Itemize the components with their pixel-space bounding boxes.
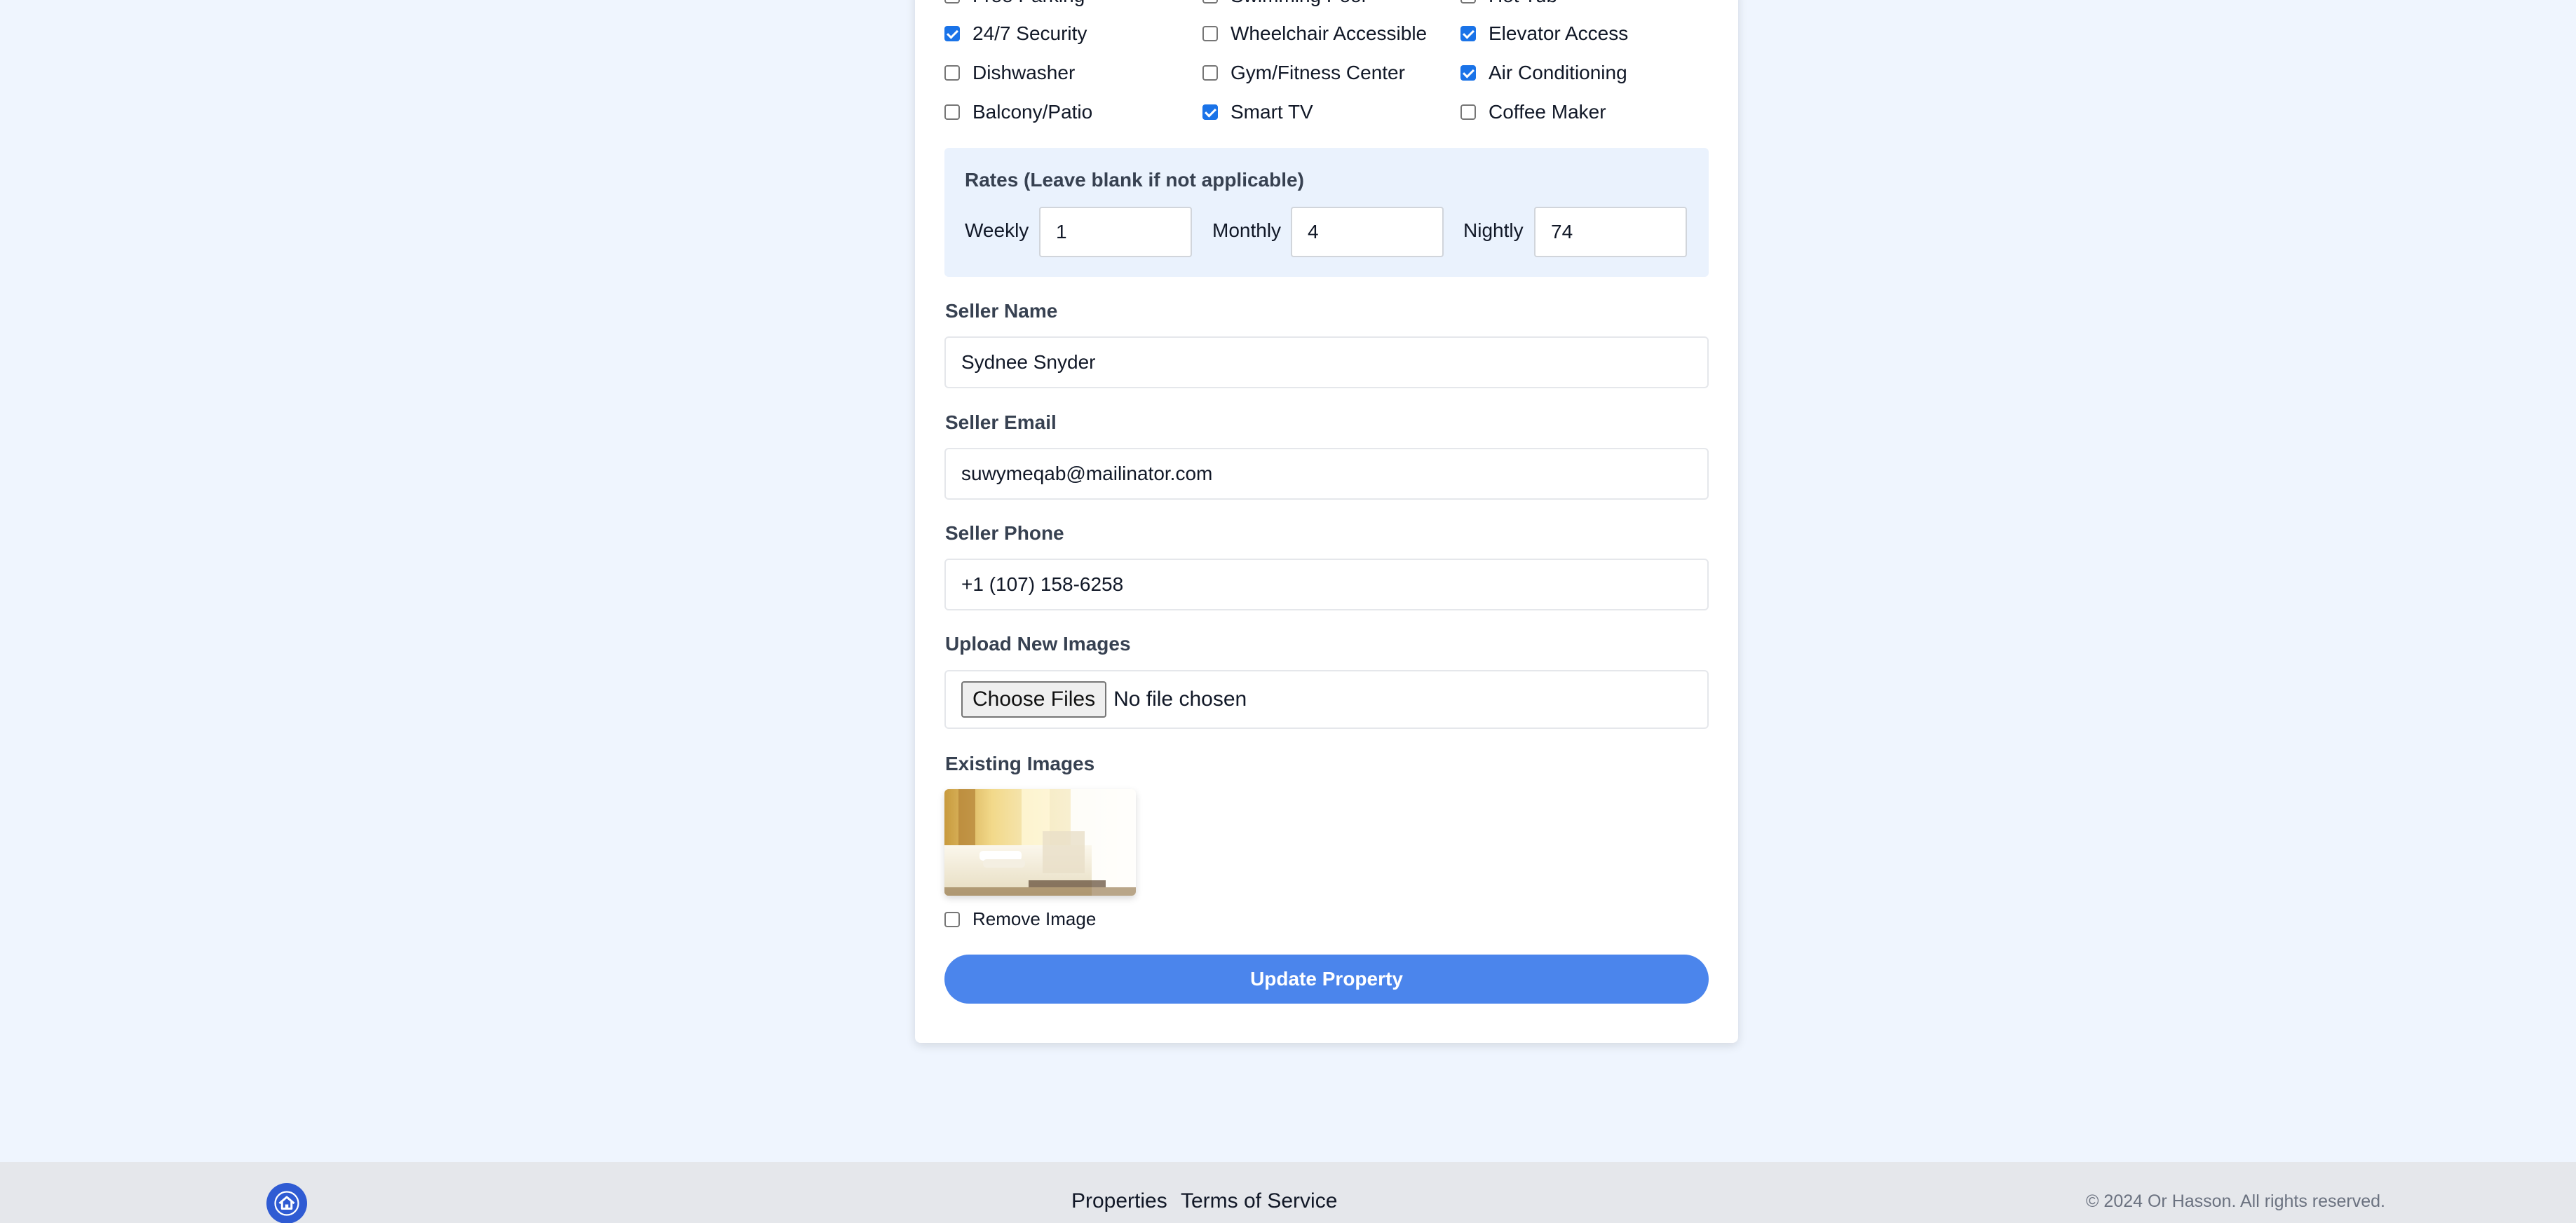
nightly-label: Nightly	[1463, 219, 1524, 241]
amenity-swimming-pool[interactable]: Swimming Pool	[1202, 0, 1366, 7]
amenity-dishwasher[interactable]: Dishwasher	[944, 62, 1075, 84]
amenity-smart-tv[interactable]: Smart TV	[1202, 101, 1313, 123]
amenity-wheelchair-accessible[interactable]: Wheelchair Accessible	[1202, 22, 1427, 45]
amenity-gym-fitness-center[interactable]: Gym/Fitness Center	[1202, 62, 1405, 84]
checkbox[interactable]	[1460, 26, 1476, 41]
seller-name-label: Seller Name	[945, 300, 1058, 322]
existing-images-label: Existing Images	[945, 753, 1095, 774]
amenity-label: Free Parking	[972, 0, 1085, 7]
remove-image-row[interactable]: Remove Image	[944, 908, 1096, 930]
file-status: No file chosen	[1113, 688, 1247, 711]
amenity-label: Balcony/Patio	[972, 101, 1093, 123]
amenity-hot-tub[interactable]: Hot Tub	[1460, 0, 1557, 7]
amenity-free-parking[interactable]: Free Parking	[944, 0, 1085, 7]
rates-title: Rates (Leave blank if not applicable)	[965, 169, 1304, 191]
footer-link-terms[interactable]: Terms of Service	[1181, 1189, 1337, 1213]
amenity-balcony-patio[interactable]: Balcony/Patio	[944, 101, 1092, 123]
amenity-label: Air Conditioning	[1489, 62, 1627, 83]
seller-email-input[interactable]: suwymeqab@mailinator.com	[944, 448, 1709, 500]
checkbox[interactable]	[944, 65, 960, 81]
upload-images-label: Upload New Images	[945, 633, 1131, 655]
nightly-rate-input[interactable]: 74	[1534, 207, 1687, 257]
seller-phone-input[interactable]: +1 (107) 158-6258	[944, 559, 1709, 610]
seller-email-label: Seller Email	[945, 411, 1057, 433]
remove-image-label: Remove Image	[972, 908, 1097, 929]
bedroom-photo	[944, 789, 1136, 896]
remove-image-checkbox[interactable]	[944, 911, 960, 927]
checkbox[interactable]	[1460, 0, 1476, 4]
rates-section: Rates (Leave blank if not applicable) We…	[944, 148, 1709, 277]
existing-image-thumbnail	[944, 789, 1136, 896]
update-property-button[interactable]: Update Property	[944, 955, 1709, 1004]
checkbox[interactable]	[944, 104, 960, 120]
amenity-24-7-security[interactable]: 24/7 Security	[944, 22, 1087, 45]
amenity-label: Swimming Pool	[1231, 0, 1366, 7]
copyright-text: © 2024 Or Hasson. All rights reserved.	[2086, 1191, 2385, 1211]
amenity-label: Dishwasher	[972, 62, 1076, 83]
checkbox[interactable]	[944, 26, 960, 41]
footer-link-properties[interactable]: Properties	[1071, 1189, 1167, 1213]
home-icon[interactable]	[266, 1183, 307, 1223]
amenity-air-conditioning[interactable]: Air Conditioning	[1460, 62, 1627, 84]
choose-files-button[interactable]: Choose Files	[961, 681, 1107, 718]
home-icon-glyph	[274, 1191, 299, 1216]
monthly-label: Monthly	[1212, 219, 1282, 241]
amenity-label: Smart TV	[1231, 101, 1313, 123]
upload-images-input[interactable]: Choose Files No file chosen	[944, 670, 1709, 729]
amenity-label: Hot Tub	[1489, 0, 1557, 7]
checkbox[interactable]	[1460, 65, 1476, 81]
weekly-label: Weekly	[965, 219, 1029, 241]
checkbox[interactable]	[944, 0, 960, 4]
amenity-elevator-access[interactable]: Elevator Access	[1460, 22, 1628, 45]
amenity-coffee-maker[interactable]: Coffee Maker	[1460, 101, 1606, 123]
amenity-label: Gym/Fitness Center	[1231, 62, 1405, 83]
amenity-label: Wheelchair Accessible	[1231, 22, 1428, 44]
amenity-label: Elevator Access	[1489, 22, 1629, 44]
amenity-label: 24/7 Security	[972, 22, 1087, 44]
amenity-label: Coffee Maker	[1489, 101, 1606, 123]
monthly-rate-input[interactable]: 4	[1291, 207, 1444, 257]
weekly-rate-input[interactable]: 1	[1039, 207, 1192, 257]
seller-phone-label: Seller Phone	[945, 522, 1064, 544]
checkbox[interactable]	[1202, 26, 1218, 41]
checkbox[interactable]	[1460, 104, 1476, 120]
checkbox[interactable]	[1202, 104, 1218, 120]
checkbox[interactable]	[1202, 65, 1218, 81]
seller-name-input[interactable]: Sydnee Snyder	[944, 336, 1709, 388]
checkbox[interactable]	[1202, 0, 1218, 4]
